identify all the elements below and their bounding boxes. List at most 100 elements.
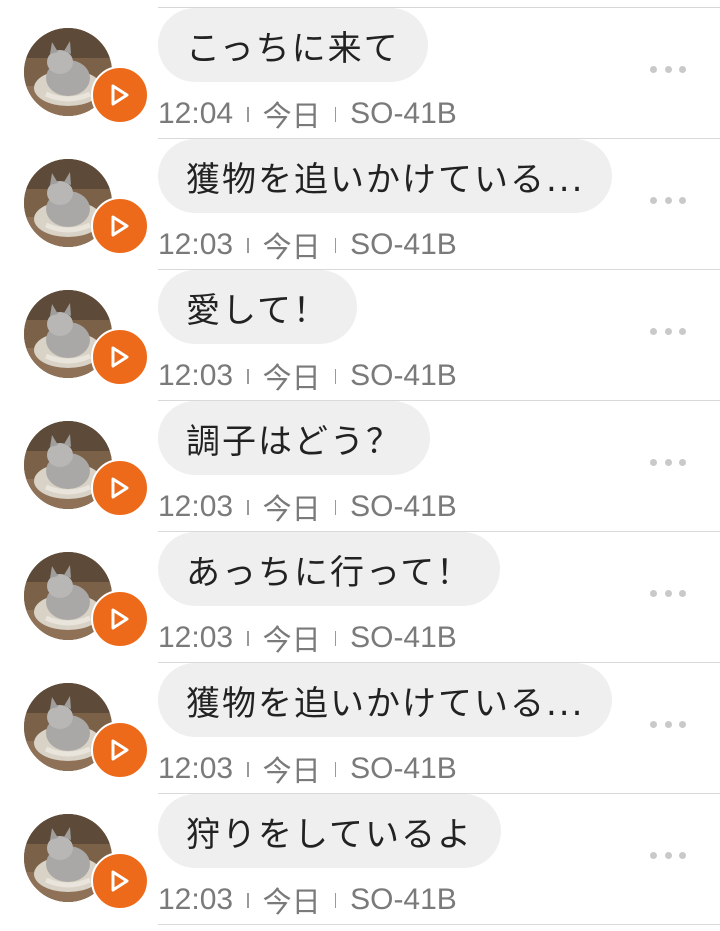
message-day: 今日	[262, 492, 321, 526]
message-time: 12:03	[158, 228, 234, 261]
play-icon	[111, 215, 129, 237]
message-bubble[interactable]: 獲物を追いかけている...	[158, 139, 613, 213]
message-day: 今日	[262, 623, 321, 657]
message-day: 今日	[262, 99, 321, 133]
meta-separator	[334, 368, 337, 384]
message-time: 12:03	[158, 883, 234, 916]
meta-separator	[334, 499, 337, 515]
message-meta: 12:03 今日 SO-41B	[158, 359, 457, 395]
message-device: SO-41B	[350, 228, 457, 261]
message-meta: 12:04 今日 SO-41B	[158, 97, 457, 133]
message-text: 調子はどう？	[186, 421, 402, 462]
more-dot-icon	[664, 589, 672, 597]
message-text: あっちに行って！	[186, 552, 473, 593]
message-row[interactable]: 狩りをしているよ 12:03 今日 SO-41B	[0, 794, 720, 925]
play-voice-button[interactable]	[91, 459, 149, 517]
message-device: SO-41B	[350, 752, 457, 785]
meta-separator	[247, 761, 249, 777]
more-options-button[interactable]	[646, 578, 690, 608]
more-dot-icon	[664, 65, 672, 73]
play-voice-button[interactable]	[91, 590, 149, 648]
message-time: 12:03	[158, 359, 234, 392]
message-meta: 12:03 今日 SO-41B	[158, 621, 457, 657]
message-device: SO-41B	[350, 883, 457, 916]
more-dot-icon	[650, 589, 657, 597]
meta-separator	[247, 630, 249, 646]
previous-message-edge	[158, 0, 720, 8]
message-bubble[interactable]: 獲物を追いかけている...	[158, 663, 613, 737]
play-voice-button[interactable]	[91, 721, 149, 779]
more-dot-icon	[650, 720, 657, 728]
more-options-button[interactable]	[646, 185, 690, 215]
more-dot-icon	[664, 327, 672, 335]
more-dot-icon	[664, 851, 672, 859]
message-text: 獲物を追いかけている...	[186, 159, 585, 200]
message-text: 愛して！	[186, 290, 329, 331]
message-day: 今日	[262, 361, 321, 395]
message-text: 獲物を追いかけている...	[186, 683, 585, 724]
more-dot-icon	[679, 196, 686, 204]
message-device: SO-41B	[350, 621, 457, 654]
message-time: 12:03	[158, 752, 234, 785]
message-meta: 12:03 今日 SO-41B	[158, 228, 457, 264]
message-row[interactable]: こっちに来て 12:04 今日 SO-41B	[0, 8, 720, 139]
message-device: SO-41B	[350, 359, 457, 392]
message-time: 12:03	[158, 621, 234, 654]
message-time: 12:03	[158, 490, 234, 523]
message-feed[interactable]: こっちに来て 12:04 今日 SO-41B 獲物を追いかけている... 12:…	[0, 8, 720, 925]
more-dot-icon	[679, 589, 686, 597]
message-meta: 12:03 今日 SO-41B	[158, 883, 457, 919]
more-options-button[interactable]	[646, 447, 690, 477]
message-day: 今日	[262, 754, 321, 788]
more-dot-icon	[679, 327, 686, 335]
message-bubble[interactable]: 狩りをしているよ	[158, 794, 501, 868]
message-row[interactable]: 獲物を追いかけている... 12:03 今日 SO-41B	[0, 139, 720, 270]
message-device: SO-41B	[350, 97, 457, 130]
meta-separator	[334, 892, 337, 908]
message-device: SO-41B	[350, 490, 457, 523]
more-dot-icon	[664, 196, 672, 204]
message-text: こっちに来て	[186, 28, 400, 69]
more-dot-icon	[679, 720, 686, 728]
message-text: 狩りをしているよ	[186, 814, 473, 855]
row-divider	[158, 924, 720, 925]
message-bubble[interactable]: あっちに行って！	[158, 532, 501, 606]
more-dot-icon	[650, 327, 657, 335]
meta-separator	[247, 237, 249, 253]
more-dot-icon	[664, 458, 672, 466]
meta-separator	[247, 106, 249, 122]
message-row[interactable]: 愛して！ 12:03 今日 SO-41B	[0, 270, 720, 401]
message-bubble[interactable]: こっちに来て	[158, 8, 428, 82]
message-bubble[interactable]: 調子はどう？	[158, 401, 430, 475]
more-options-button[interactable]	[646, 709, 690, 739]
meta-separator	[247, 499, 249, 515]
play-voice-button[interactable]	[91, 328, 149, 386]
play-voice-button[interactable]	[91, 852, 149, 910]
message-row[interactable]: あっちに行って！ 12:03 今日 SO-41B	[0, 532, 720, 663]
message-bubble[interactable]: 愛して！	[158, 270, 357, 344]
message-time: 12:04	[158, 97, 234, 130]
more-dot-icon	[650, 458, 657, 466]
play-icon	[111, 608, 129, 630]
message-row[interactable]: 獲物を追いかけている... 12:03 今日 SO-41B	[0, 663, 720, 794]
meta-separator	[334, 761, 337, 777]
play-voice-button[interactable]	[91, 66, 149, 124]
meta-separator	[334, 237, 337, 253]
more-dot-icon	[679, 458, 686, 466]
message-row[interactable]: 調子はどう？ 12:03 今日 SO-41B	[0, 401, 720, 532]
play-icon	[111, 870, 129, 892]
more-options-button[interactable]	[646, 316, 690, 346]
more-dot-icon	[650, 196, 657, 204]
more-dot-icon	[650, 851, 657, 859]
meta-separator	[247, 368, 249, 384]
play-voice-button[interactable]	[91, 197, 149, 255]
message-meta: 12:03 今日 SO-41B	[158, 490, 457, 526]
message-day: 今日	[262, 230, 321, 264]
meta-separator	[334, 630, 337, 646]
more-options-button[interactable]	[646, 54, 690, 84]
more-dot-icon	[650, 65, 657, 73]
message-meta: 12:03 今日 SO-41B	[158, 752, 457, 788]
more-options-button[interactable]	[646, 840, 690, 870]
play-icon	[111, 477, 129, 499]
more-dot-icon	[679, 851, 686, 859]
